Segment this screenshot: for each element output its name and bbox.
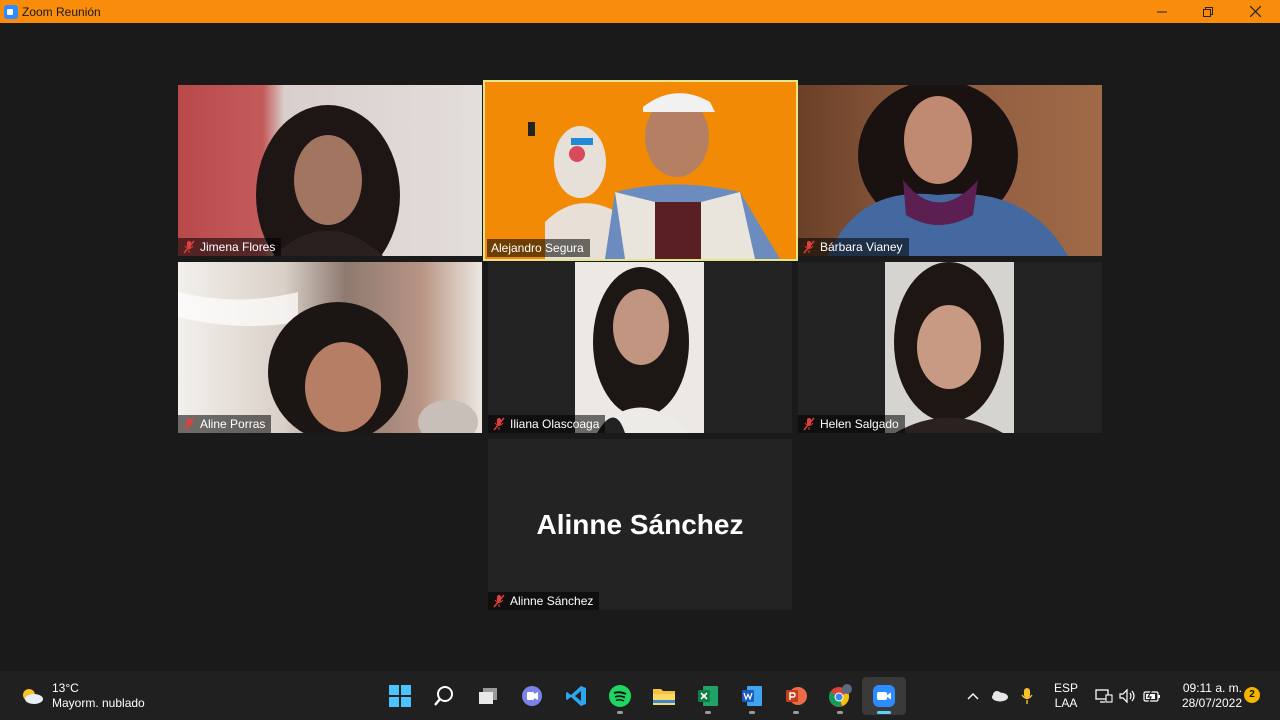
weather-condition: Mayorm. nublado — [52, 696, 145, 710]
window-title: Zoom Reunión — [22, 4, 101, 19]
zoom-app-icon — [4, 4, 18, 19]
network-icon — [1095, 688, 1113, 703]
taskbar-clock[interactable]: 09:11 a. m. 28/07/2022 — [1172, 681, 1242, 711]
mic-muted-icon — [803, 240, 815, 254]
excel-button[interactable] — [686, 677, 730, 715]
person-silhouette — [593, 267, 689, 433]
participant-name: Iliana Olascoaga — [510, 417, 600, 431]
person-silhouette — [256, 105, 400, 256]
participant-display-name: Alinne Sánchez — [536, 509, 744, 540]
powerpoint-icon — [786, 687, 807, 705]
zoom-icon — [873, 685, 895, 707]
participant-tile[interactable]: Aline Porras — [178, 262, 482, 433]
excel-icon — [698, 686, 718, 706]
battery-charging-icon — [1143, 689, 1160, 702]
mic-muted-icon — [183, 417, 195, 431]
participant-video — [575, 262, 704, 433]
weather-temperature: 13°C — [52, 681, 79, 695]
vscode-button[interactable] — [554, 677, 598, 715]
person-silhouette — [178, 292, 478, 433]
participant-name: Aline Porras — [200, 417, 266, 431]
mic-muted-icon — [493, 594, 505, 608]
participant-video — [178, 85, 482, 256]
keyboard-layout: LAA — [1054, 695, 1078, 710]
participant-name: Helen Salgado — [820, 417, 899, 431]
teams-chat-button[interactable] — [510, 677, 554, 715]
participant-tile[interactable]: Helen Salgado — [798, 262, 1102, 433]
minimize-icon — [1157, 11, 1167, 12]
input-language-button[interactable]: ESP LAA — [1054, 671, 1078, 720]
taskbar-apps — [378, 677, 906, 715]
file-explorer-button[interactable] — [642, 677, 686, 715]
mic-muted-icon — [493, 417, 505, 431]
chrome-icon — [828, 684, 852, 707]
participant-namebar: Helen Salgado — [798, 415, 905, 433]
chevron-up-icon — [967, 692, 979, 699]
participant-tile[interactable]: Bárbara Vianey — [798, 85, 1102, 256]
close-icon — [1249, 6, 1261, 17]
windows-start-button[interactable] — [378, 677, 422, 715]
clock-date: 28/07/2022 — [1181, 696, 1242, 710]
participant-namebar: Bárbara Vianey — [798, 238, 909, 256]
weather-widget[interactable]: 13°C Mayorm. nublado — [20, 681, 145, 711]
word-icon — [742, 686, 762, 706]
language-code: ESP — [1054, 680, 1079, 695]
tray-overflow-button[interactable] — [966, 671, 980, 720]
powerpoint-button[interactable] — [774, 677, 818, 715]
battery-button[interactable] — [1143, 671, 1161, 720]
mic-muted-icon — [803, 417, 815, 431]
task-view-button[interactable] — [466, 677, 510, 715]
participant-name: Alejandro Segura — [491, 241, 584, 255]
participant-tile[interactable]: Iliana Olascoaga — [488, 262, 792, 433]
zoom-button[interactable] — [862, 677, 906, 715]
microphone-in-use-button[interactable] — [1020, 671, 1034, 720]
participant-namebar: Alejandro Segura — [487, 239, 590, 257]
participant-video — [798, 85, 1102, 256]
file-explorer-icon — [653, 689, 675, 705]
spotify-icon — [609, 685, 631, 707]
windows-taskbar: 13°C Mayorm. nublado ESP LAA 09:11 a. m.… — [0, 671, 1280, 720]
participant-namebar: Aline Porras — [178, 415, 272, 433]
person-silhouette — [894, 262, 1004, 433]
vscode-icon — [566, 686, 586, 706]
restore-icon — [1203, 6, 1213, 17]
person-silhouette — [828, 85, 1068, 256]
close-button[interactable] — [1232, 0, 1278, 23]
task-view-icon — [479, 688, 497, 704]
cloud-icon — [992, 690, 1008, 701]
clock-time: 09:11 a. m. — [1182, 681, 1242, 695]
participant-tile[interactable]: Jimena Flores — [178, 85, 482, 256]
participant-namebar: Jimena Flores — [178, 238, 282, 256]
participant-video — [485, 82, 796, 259]
minimize-button[interactable] — [1139, 0, 1185, 23]
participant-video — [178, 262, 482, 433]
spotify-button[interactable] — [598, 677, 642, 715]
person-silhouette — [528, 93, 780, 259]
onedrive-button[interactable] — [990, 671, 1008, 720]
network-button[interactable] — [1095, 671, 1113, 720]
participant-name: Alinne Sánchez — [510, 594, 594, 608]
mic-muted-icon — [183, 240, 195, 254]
chrome-button[interactable] — [818, 677, 862, 715]
participant-video — [885, 262, 1014, 433]
microphone-icon — [1021, 687, 1033, 704]
participant-namebar: Alinne Sánchez — [488, 592, 600, 610]
participant-name: Bárbara Vianey — [820, 240, 903, 254]
word-button[interactable] — [730, 677, 774, 715]
notification-badge[interactable]: 2 — [1244, 687, 1260, 703]
search-button[interactable] — [422, 677, 466, 715]
window-titlebar: Zoom Reunión — [0, 0, 1280, 23]
participant-name: Jimena Flores — [200, 240, 276, 254]
search-icon — [434, 686, 453, 706]
volume-button[interactable] — [1119, 671, 1137, 720]
partly-cloudy-icon — [23, 689, 43, 704]
windows-start-icon — [389, 685, 411, 707]
speaker-icon — [1119, 688, 1135, 703]
participant-namebar: Iliana Olascoaga — [488, 415, 606, 433]
restore-button[interactable] — [1185, 0, 1231, 23]
meeting-gallery: Jimena Flores Alejandro Segura Bárbara V… — [0, 23, 1280, 671]
teams-chat-icon — [522, 686, 542, 706]
participant-tile-video-off[interactable]: Alinne Sánchez Alinne Sánchez — [488, 439, 792, 610]
participant-tile-active-speaker[interactable]: Alejandro Segura — [483, 80, 798, 261]
